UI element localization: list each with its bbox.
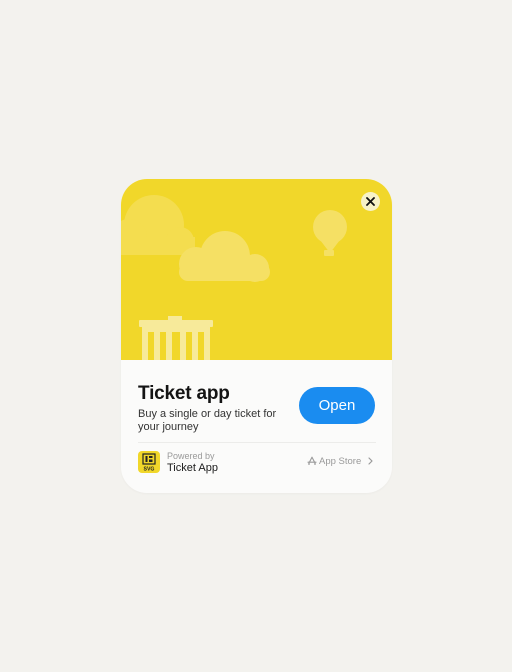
ticket-app-logo-icon: SVG (142, 453, 156, 472)
app-subtitle: Buy a single or day ticket for your jour… (138, 408, 277, 433)
app-store-icon (306, 456, 317, 467)
app-title: Ticket app (138, 383, 230, 404)
clip-footer: SVG Powered by Ticket App App Store (121, 450, 392, 476)
powered-by-name: Ticket App (167, 462, 218, 474)
powered-by-label: Powered by (167, 451, 215, 461)
chevron-right-icon (368, 457, 373, 465)
open-button[interactable]: Open (299, 387, 375, 424)
hero-illustration (121, 179, 392, 360)
app-store-label: App Store (319, 455, 362, 467)
app-icon: SVG (138, 451, 160, 473)
app-clip-card: Ticket app Buy a single or day ticket fo… (121, 179, 392, 493)
divider (138, 442, 376, 443)
app-icon-text: SVG (144, 466, 155, 472)
app-store-link[interactable]: App Store (306, 453, 373, 469)
close-icon (366, 197, 375, 206)
city-skyline-illustration (121, 195, 347, 360)
close-button[interactable] (361, 192, 380, 211)
